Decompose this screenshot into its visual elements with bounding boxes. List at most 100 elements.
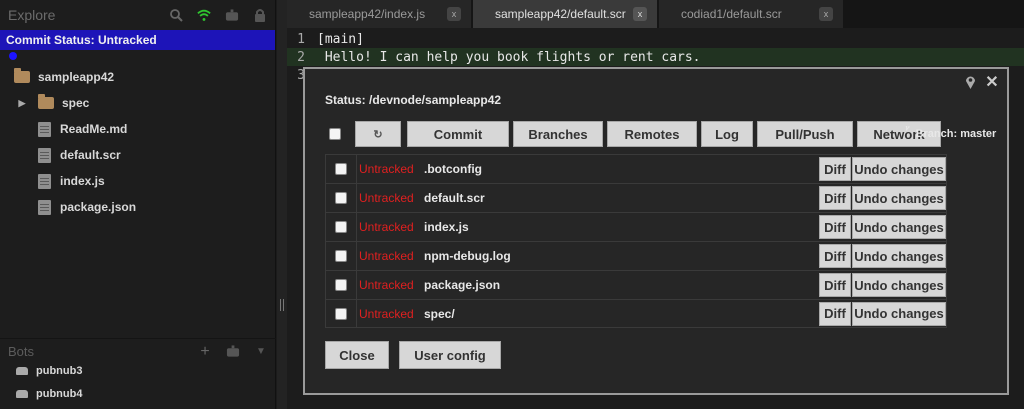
refresh-icon: ↻	[373, 128, 383, 141]
log-button[interactable]: Log	[701, 121, 753, 147]
tab-dir: sampleapp42/	[495, 7, 571, 21]
editor-tab[interactable]: sampleapp42/index.js x	[287, 0, 471, 28]
bot-label: pubnub3	[36, 365, 83, 377]
tree-item-label: index.js	[60, 174, 105, 188]
panel-splitter[interactable]	[277, 0, 287, 409]
file-name: npm-debug.log	[424, 249, 511, 263]
tab-file: default.scr	[570, 7, 626, 21]
file-checkbox[interactable]	[335, 279, 347, 291]
changed-file-row: Untracked default.scr Diff Undo changes	[325, 183, 947, 212]
undo-changes-button[interactable]: Undo changes	[852, 244, 946, 268]
bot-item[interactable]: pubnub3	[16, 361, 82, 381]
code-text: Hello! I can help you book flights or re…	[317, 49, 701, 65]
branch-icon: ᵞ	[905, 123, 910, 136]
splitter-grip-icon[interactable]	[280, 299, 284, 311]
diff-button[interactable]: Diff	[819, 157, 851, 181]
close-icon[interactable]: ✕	[985, 74, 999, 91]
refresh-button[interactable]: ↻	[355, 121, 401, 147]
file-state: Untracked	[356, 213, 424, 241]
editor-tab[interactable]: sampleapp42/default.scr x	[473, 0, 657, 28]
tree-item[interactable]: index.js	[0, 168, 275, 194]
changed-files-list: Untracked .botconfig Diff Undo changes Untra…	[325, 154, 947, 328]
search-icon[interactable]	[169, 8, 183, 22]
diff-button[interactable]: Diff	[819, 244, 851, 268]
lock-icon[interactable]	[253, 8, 267, 22]
tree-item[interactable]: package.json	[0, 194, 275, 220]
undo-changes-button[interactable]: Undo changes	[852, 301, 946, 326]
changed-file-row: Untracked spec/Diff Undo changes	[325, 299, 947, 328]
code-line: 2 Hello! I can help you book flights or …	[287, 48, 1024, 66]
undo-changes-button[interactable]: Undo changes	[852, 157, 946, 181]
editor-tabs: sampleapp42/index.js x sampleapp42/default…	[287, 0, 1024, 28]
chevron-right-icon[interactable]: ▶	[16, 98, 28, 109]
close-button[interactable]: Close	[325, 341, 389, 369]
bot-item[interactable]: pubnub4	[16, 384, 82, 404]
branch-indicator: ᵞ Branch: master	[905, 123, 997, 140]
tab-close-icon[interactable]: x	[633, 7, 647, 21]
file-checkbox[interactable]	[335, 163, 347, 175]
explorer-title: Explore	[8, 7, 56, 23]
file-name: .botconfig	[424, 162, 482, 176]
file-name: spec/	[424, 306, 455, 321]
commit-button[interactable]: Commit	[407, 121, 509, 147]
branches-button[interactable]: Branches	[513, 121, 603, 147]
code-line: 1 [main]	[287, 30, 1024, 48]
git-toolbar: ↻ Commit Branches Remotes Log Pull/Push …	[329, 121, 941, 147]
tree-item[interactable]: ReadMe.md	[0, 116, 275, 142]
user-config-button[interactable]: User config	[399, 341, 501, 369]
file-tree: sampleapp42 ▶ spec ReadMe.md default.scr inde…	[0, 50, 275, 220]
robot-icon[interactable]	[226, 345, 240, 359]
file-checkbox[interactable]	[335, 221, 347, 233]
tab-file: index.js	[384, 7, 426, 21]
tab-dir: sampleapp42/	[309, 7, 385, 21]
changed-file-row: Untracked npm-debug.log Diff Undo changes	[325, 241, 947, 270]
folder-icon	[14, 68, 30, 83]
pin-icon[interactable]	[963, 75, 977, 89]
tree-item[interactable]: ▶ spec	[0, 90, 275, 116]
tab-close-icon[interactable]: x	[447, 7, 461, 21]
diff-button[interactable]: Diff	[819, 301, 851, 326]
tree-item-label: spec	[62, 96, 90, 110]
chevron-down-icon[interactable]: ▼	[254, 345, 268, 359]
explorer-header: Explore	[0, 0, 275, 30]
file-checkbox[interactable]	[335, 307, 347, 320]
tree-item-label: sampleapp42	[38, 70, 115, 84]
pull-push-button[interactable]: Pull/Push	[757, 121, 853, 147]
undo-changes-button[interactable]: Undo changes	[852, 273, 946, 297]
file-state: Untracked	[356, 184, 424, 212]
undo-changes-button[interactable]: Undo changes	[852, 186, 946, 210]
tree-item[interactable]: sampleapp42	[0, 64, 275, 90]
robot-icon[interactable]	[225, 8, 239, 22]
add-bot-icon[interactable]: +	[198, 343, 212, 360]
tree-item[interactable]: default.scr	[0, 142, 275, 168]
file-name: default.scr	[424, 191, 485, 205]
bot-icon	[16, 390, 28, 398]
file-state: Untracked	[356, 242, 424, 270]
tree-item-label: default.scr	[60, 148, 121, 162]
branch-label: Branch: master	[915, 128, 997, 140]
select-all-checkbox[interactable]	[329, 128, 341, 140]
undo-changes-button[interactable]: Undo changes	[852, 215, 946, 239]
changed-file-row: Untracked index.js Diff Undo changes	[325, 212, 947, 241]
editor-tab[interactable]: codiad1/default.scr x	[659, 0, 843, 28]
commit-status-bar: Commit Status: Untracked	[0, 30, 275, 50]
bots-title: Bots	[8, 344, 35, 359]
wifi-icon[interactable]	[197, 8, 211, 22]
line-number: 1	[297, 31, 305, 47]
tree-item-label: ReadMe.md	[60, 122, 128, 136]
remotes-button[interactable]: Remotes	[607, 121, 697, 147]
file-checkbox[interactable]	[335, 192, 347, 204]
file-icon	[38, 199, 51, 215]
file-explorer-sidebar: Explore Commit Status: Untracked samplea…	[0, 0, 276, 409]
file-icon	[38, 121, 51, 137]
diff-button[interactable]: Diff	[819, 273, 851, 297]
tab-close-icon[interactable]: x	[819, 7, 833, 21]
diff-button[interactable]: Diff	[819, 186, 851, 210]
file-name: index.js	[424, 220, 469, 234]
diff-button[interactable]: Diff	[819, 215, 851, 239]
selection-dot	[9, 52, 17, 60]
tab-file: default.scr	[726, 7, 782, 21]
tab-label: sampleapp42/default.scr	[495, 7, 633, 21]
tree-item-label: package.json	[60, 200, 137, 214]
file-checkbox[interactable]	[335, 250, 347, 262]
